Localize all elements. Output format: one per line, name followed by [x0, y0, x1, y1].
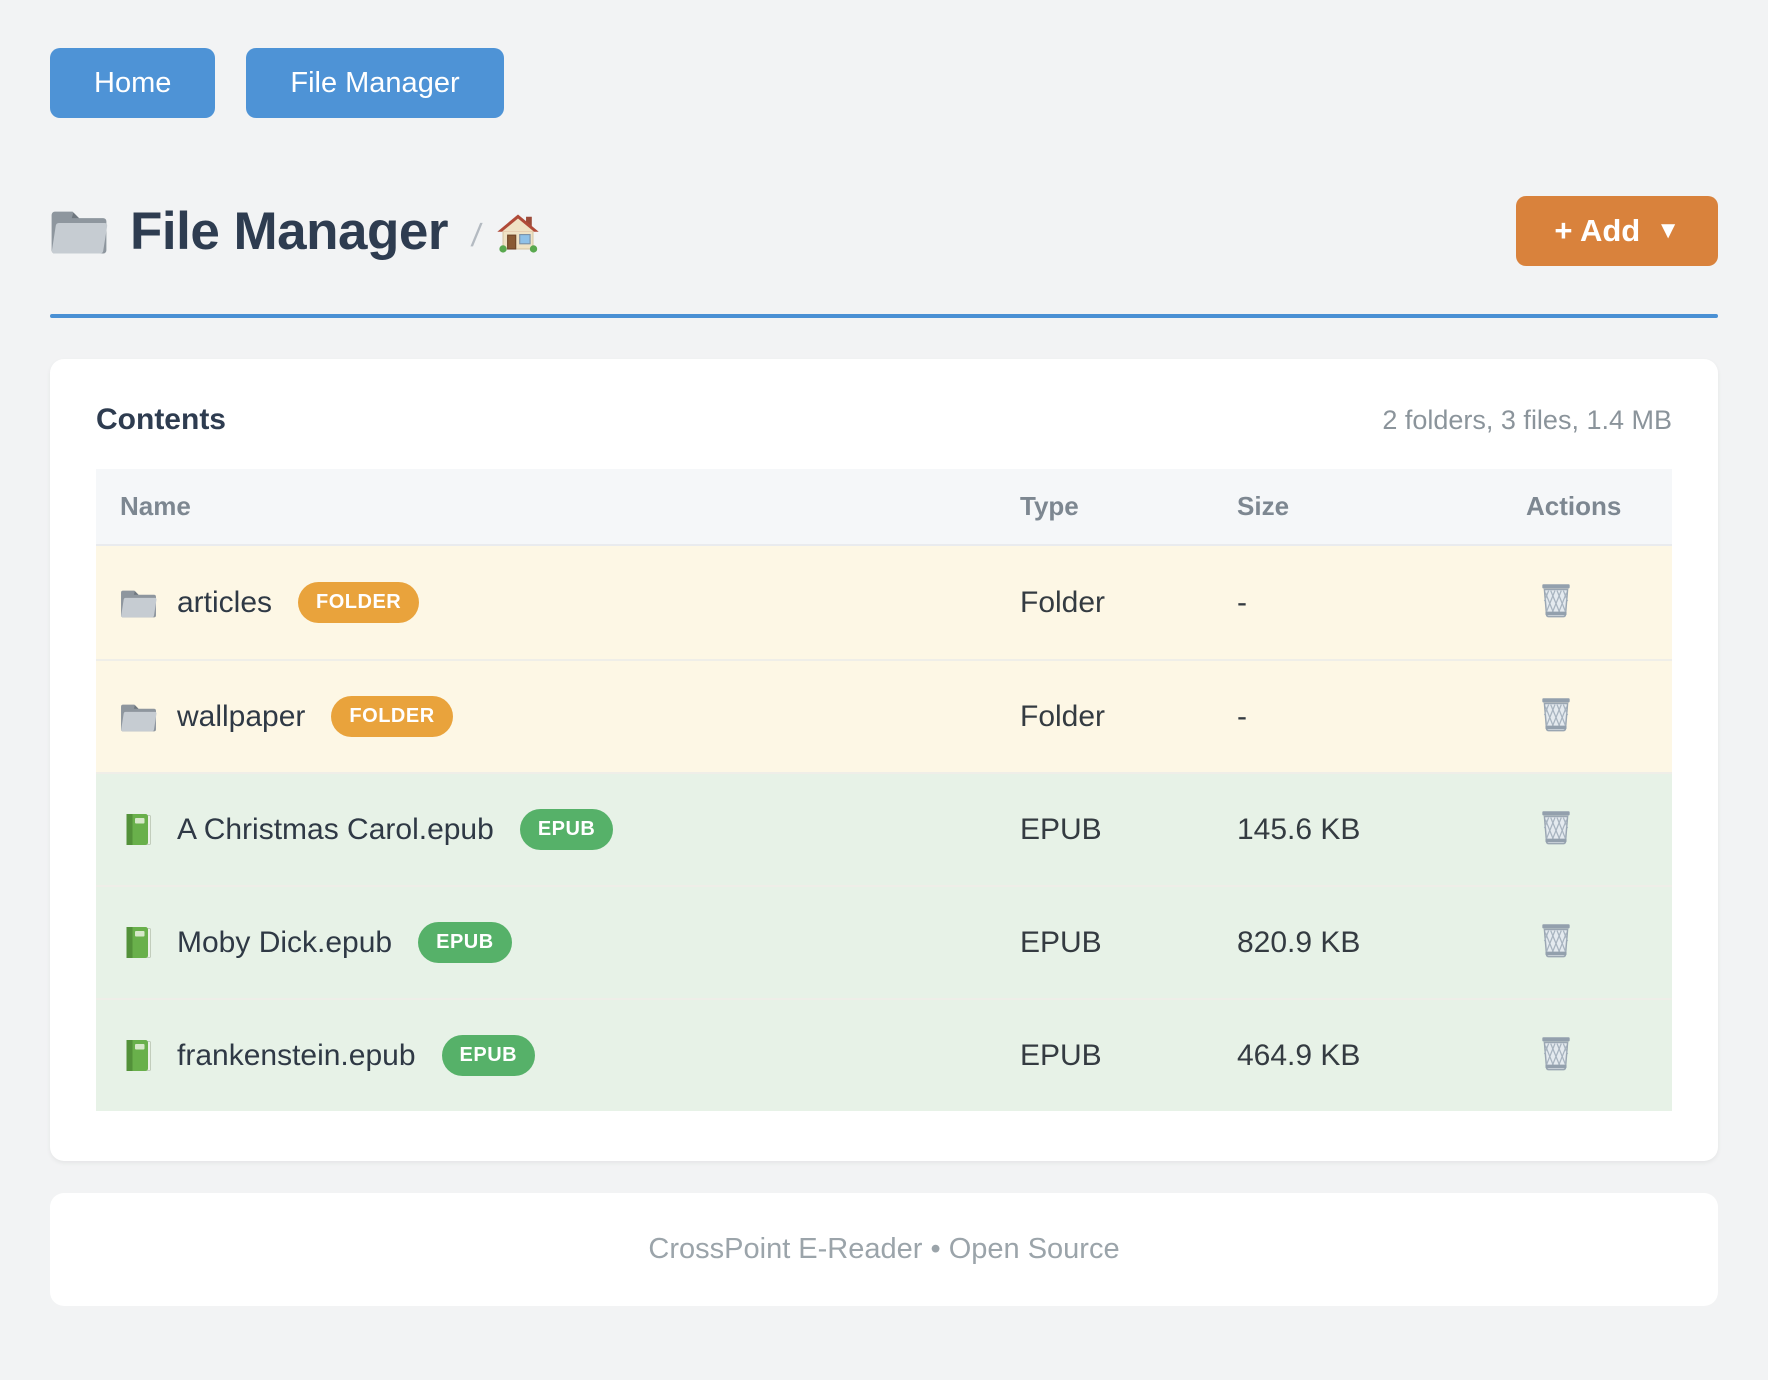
file-size: 145.6 KB [1229, 813, 1518, 847]
column-header-actions: Actions [1518, 491, 1672, 522]
breadcrumb-separator: / [469, 217, 483, 254]
type-badge: EPUB [418, 922, 512, 963]
header-divider [50, 314, 1718, 318]
trash-icon[interactable] [1538, 693, 1574, 733]
table-row[interactable]: frankenstein.epub EPUB EPUB 464.9 KB [96, 998, 1672, 1111]
folder-icon [120, 700, 157, 734]
file-name: wallpaper [177, 700, 305, 734]
name-cell: frankenstein.epub EPUB [96, 1035, 1012, 1076]
file-manager-page: Home File Manager File Manager / [0, 0, 1768, 1380]
trash-icon[interactable] [1538, 919, 1574, 959]
caret-down-icon: ▼ [1656, 217, 1680, 245]
page-header: File Manager / + Add ▼ [50, 196, 1718, 266]
file-type: Folder [1012, 586, 1229, 620]
trash-icon[interactable] [1538, 806, 1574, 846]
type-badge: EPUB [442, 1035, 536, 1076]
file-type: Folder [1012, 700, 1229, 734]
file-type: EPUB [1012, 1039, 1229, 1073]
file-size: 464.9 KB [1229, 1039, 1518, 1073]
actions-cell [1518, 579, 1672, 627]
type-badge: FOLDER [331, 696, 452, 737]
files-table-header: Name Type Size Actions [96, 469, 1672, 544]
file-name: frankenstein.epub [177, 1039, 416, 1073]
trash-icon[interactable] [1538, 579, 1574, 619]
table-row[interactable]: A Christmas Carol.epub EPUB EPUB 145.6 K… [96, 772, 1672, 885]
actions-cell [1518, 693, 1672, 741]
column-header-name: Name [96, 491, 1012, 522]
type-badge: EPUB [520, 809, 614, 850]
file-name: articles [177, 586, 272, 620]
table-row[interactable]: Moby Dick.epub EPUB EPUB 820.9 KB [96, 885, 1672, 998]
column-header-type: Type [1012, 491, 1229, 522]
actions-cell [1518, 806, 1672, 854]
contents-card-header: Contents 2 folders, 3 files, 1.4 MB [96, 403, 1672, 437]
nav-file-manager-button[interactable]: File Manager [246, 48, 503, 118]
name-cell: wallpaper FOLDER [96, 696, 1012, 737]
actions-cell [1518, 919, 1672, 967]
files-table-body: articles FOLDER Folder - [96, 544, 1672, 1111]
footer: CrossPoint E-Reader • Open Source [50, 1193, 1718, 1306]
file-size: 820.9 KB [1229, 926, 1518, 960]
book-icon [120, 1039, 157, 1073]
file-size: - [1229, 700, 1518, 734]
file-size: - [1229, 586, 1518, 620]
folder-icon [120, 586, 157, 620]
top-nav: Home File Manager [50, 48, 1718, 118]
table-row[interactable]: wallpaper FOLDER Folder - [96, 659, 1672, 772]
book-icon [120, 926, 157, 960]
file-name: Moby Dick.epub [177, 926, 392, 960]
page-title: File Manager [130, 201, 448, 262]
title-wrap: File Manager / [50, 201, 541, 262]
file-type: EPUB [1012, 926, 1229, 960]
files-table: Name Type Size Actions articles FOLDER F… [96, 469, 1672, 1111]
table-row[interactable]: articles FOLDER Folder - [96, 546, 1672, 659]
type-badge: FOLDER [298, 582, 419, 623]
house-icon[interactable] [495, 211, 541, 257]
contents-card: Contents 2 folders, 3 files, 1.4 MB Name… [50, 359, 1718, 1161]
name-cell: A Christmas Carol.epub EPUB [96, 809, 1012, 850]
add-button-label: + Add [1554, 213, 1640, 249]
contents-summary: 2 folders, 3 files, 1.4 MB [1382, 405, 1672, 436]
footer-text: CrossPoint E-Reader • Open Source [648, 1233, 1119, 1266]
actions-cell [1518, 1032, 1672, 1080]
add-button[interactable]: + Add ▼ [1516, 196, 1718, 266]
name-cell: articles FOLDER [96, 582, 1012, 623]
book-icon [120, 813, 157, 847]
file-name: A Christmas Carol.epub [177, 813, 494, 847]
file-type: EPUB [1012, 813, 1229, 847]
name-cell: Moby Dick.epub EPUB [96, 922, 1012, 963]
column-header-size: Size [1229, 491, 1518, 522]
nav-home-button[interactable]: Home [50, 48, 215, 118]
folder-icon [50, 206, 108, 256]
trash-icon[interactable] [1538, 1032, 1574, 1072]
contents-heading: Contents [96, 403, 226, 437]
